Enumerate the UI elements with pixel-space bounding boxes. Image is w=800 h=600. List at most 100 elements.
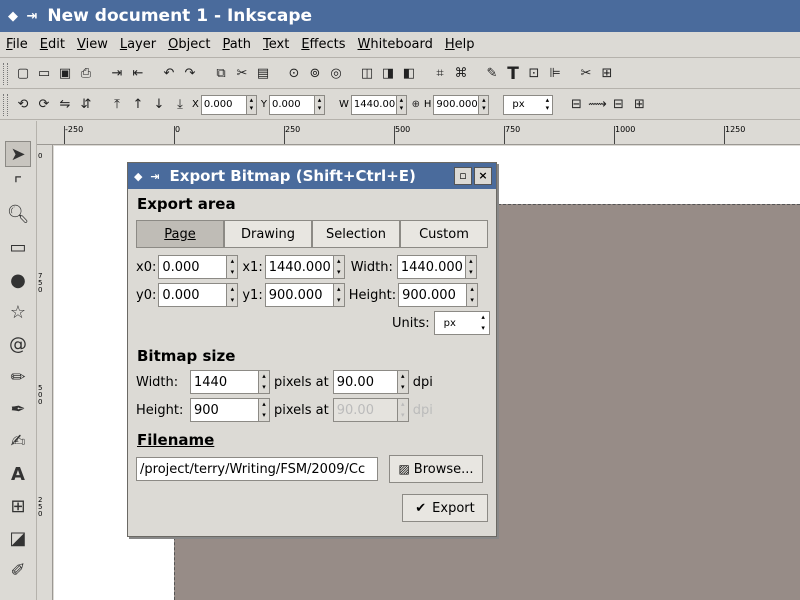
align-distribute-icon[interactable]: ⊫ (546, 65, 564, 83)
x1-field[interactable]: 1440.000 ▴ ▾ (264, 255, 345, 279)
zoom-page-icon[interactable]: ◎ (327, 65, 345, 83)
flip-vertical-icon[interactable]: ⇵ (77, 96, 95, 114)
zoom-tool-icon[interactable]: 🔍︎ (5, 201, 31, 227)
redo-icon[interactable]: ↷ (181, 65, 199, 83)
text-font-icon[interactable]: T (504, 64, 522, 84)
tab-custom[interactable]: Custom (400, 220, 488, 248)
open-icon[interactable]: ▭ (35, 65, 53, 83)
raise-icon[interactable]: ↑ (129, 96, 147, 114)
connector-tool-icon[interactable]: ⊞ (5, 493, 31, 519)
ruler-tick: 2 5 0 (38, 496, 43, 518)
menu-effects[interactable]: Effects (301, 37, 345, 52)
menu-object[interactable]: Object (168, 37, 210, 52)
tab-page[interactable]: Page (136, 220, 224, 248)
import-icon[interactable]: ⇥ (108, 65, 126, 83)
height-field[interactable]: 900.000 ▴ ▾ (398, 283, 479, 307)
rectangle-tool-icon[interactable]: ▭ (5, 234, 31, 260)
y0-field[interactable]: 0.000 ▴ ▾ (158, 283, 239, 307)
menu-whiteboard[interactable]: Whiteboard (358, 37, 433, 52)
menu-file[interactable]: File (6, 37, 28, 52)
calligraphy-tool-icon[interactable]: ✍ (5, 428, 31, 454)
text-tool-icon[interactable]: A (5, 461, 31, 487)
flip-horizontal-icon[interactable]: ⇋ (56, 96, 74, 114)
h-field[interactable]: 900.000 ▴ ▾ (433, 94, 490, 115)
w-field[interactable]: 1440.00 ▴ ▾ (350, 94, 407, 115)
vertical-ruler: 0 7 5 0 5 0 0 2 5 0 (37, 145, 53, 600)
y1-field[interactable]: 900.000 ▴ ▾ (264, 283, 345, 307)
preferences-icon[interactable]: ✂ (577, 65, 595, 83)
bitmap-width-field[interactable]: 1440 ▴ ▾ (190, 370, 270, 394)
star-tool-icon[interactable]: ☆ (5, 299, 31, 325)
menu-text[interactable]: Text (263, 37, 289, 52)
selector-tool-icon[interactable]: ➤ (5, 141, 31, 167)
close-icon[interactable]: × (474, 167, 492, 185)
export-bitmap-dialog: ◆ ⇥ Export Bitmap (Shift+Ctrl+E) ▫ × Exp… (127, 162, 497, 537)
window-titlebar[interactable]: ◆ ⇥ New document 1 - Inkscape (0, 0, 800, 32)
dpi-field[interactable]: 90.00 ▴ ▾ (332, 370, 409, 394)
x-label: X (192, 99, 199, 110)
rotate-cw-icon[interactable]: ⟳ (35, 96, 53, 114)
y-field[interactable]: 0.000 ▴ ▾ (268, 94, 325, 115)
ungroup-icon[interactable]: ⌘ (452, 65, 470, 83)
duplicate-icon[interactable]: ◫ (358, 65, 376, 83)
menu-help[interactable]: Help (445, 37, 475, 52)
dialog-menu-icon[interactable]: ◆ ⇥ (134, 170, 162, 183)
zoom-drawing-icon[interactable]: ⊚ (306, 65, 324, 83)
raise-top-icon[interactable]: ⤒ (108, 96, 126, 114)
x-field[interactable]: 0.000 ▴ ▾ (200, 94, 257, 115)
filename-input[interactable]: /project/terry/Writing/FSM/2009/Cc (136, 457, 378, 481)
fill-stroke-icon[interactable]: ✎ (483, 65, 501, 83)
bitmap-height-field[interactable]: 900 ▴ ▾ (190, 398, 270, 422)
filename-heading: Filename (137, 431, 215, 449)
menu-edit[interactable]: Edit (40, 37, 65, 52)
print-icon[interactable]: ⎙ (77, 65, 95, 83)
x0-field[interactable]: 0.000 ▴ ▾ (158, 255, 239, 279)
tab-selection[interactable]: Selection (312, 220, 400, 248)
horizontal-ruler: -250 0 250 500 750 1000 1250 (37, 121, 800, 145)
dialog-titlebar[interactable]: ◆ ⇥ Export Bitmap (Shift+Ctrl+E) (128, 163, 496, 189)
dropper-tool-icon[interactable]: ✐ (5, 557, 31, 583)
cut-icon[interactable]: ✂ (233, 65, 251, 83)
group-icon[interactable]: ⌗ (431, 65, 449, 83)
toolbar-grip[interactable] (3, 94, 8, 116)
undo-icon[interactable]: ↶ (160, 65, 178, 83)
menu-layer[interactable]: Layer (120, 37, 156, 52)
xml-editor-icon[interactable]: ⊡ (525, 65, 543, 83)
pencil-tool-icon[interactable]: ✏ (5, 364, 31, 390)
new-document-icon[interactable]: ▢ (14, 65, 32, 83)
pen-tool-icon[interactable]: ✒ (5, 396, 31, 422)
zoom-selection-icon[interactable]: ⊙ (285, 65, 303, 83)
unlink-clone-icon[interactable]: ◧ (400, 65, 418, 83)
scale-stroke-icon[interactable]: ⊟ (567, 96, 585, 114)
units-select[interactable]: px ▴ ▾ (503, 94, 554, 115)
units-select[interactable]: px ▴ ▾ (433, 311, 490, 335)
gradient-tool-icon[interactable]: ◪ (5, 525, 31, 551)
browse-button[interactable]: ▨ Browse... (389, 455, 483, 483)
maximize-icon[interactable]: ▫ (454, 167, 472, 185)
menu-view[interactable]: View (77, 37, 108, 52)
lock-proportions-icon[interactable]: ⊕ (411, 96, 421, 114)
move-gradients-icon[interactable]: ⊟ (609, 96, 627, 114)
scale-corners-icon[interactable]: ⟿ (588, 96, 607, 114)
menu-path[interactable]: Path (222, 37, 251, 52)
clone-icon[interactable]: ◨ (379, 65, 397, 83)
spiral-tool-icon[interactable]: @ (5, 331, 31, 357)
save-icon[interactable]: ▣ (56, 65, 74, 83)
rotate-ccw-icon[interactable]: ⟲ (14, 96, 32, 114)
export-button[interactable]: ✔ Export (402, 494, 488, 522)
export-icon[interactable]: ⇤ (129, 65, 147, 83)
paste-icon[interactable]: ▤ (254, 65, 272, 83)
move-patterns-icon[interactable]: ⊞ (630, 96, 648, 114)
node-tool-icon[interactable]: ⌜ (5, 171, 31, 197)
window-menu-icon[interactable]: ◆ ⇥ (8, 9, 39, 24)
menubar: File Edit View Layer Object Path Text Ef… (0, 32, 800, 58)
width-field[interactable]: 1440.000 ▴ ▾ (396, 255, 477, 279)
toolbar-grip[interactable] (3, 63, 8, 85)
copy-icon[interactable]: ⧉ (212, 65, 230, 83)
lower-icon[interactable]: ↓ (150, 96, 168, 114)
ellipse-tool-icon[interactable]: ● (5, 267, 31, 293)
tab-drawing[interactable]: Drawing (224, 220, 312, 248)
lower-bottom-icon[interactable]: ⤓ (171, 96, 189, 114)
pixels-at-label: pixels at (274, 374, 329, 390)
document-properties-icon[interactable]: ⊞ (598, 65, 616, 83)
